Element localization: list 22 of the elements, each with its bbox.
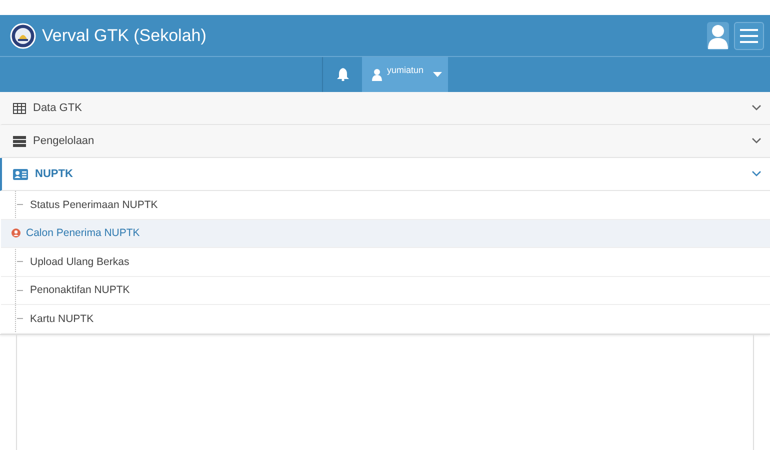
caret-icon	[432, 72, 442, 77]
table-icon	[13, 102, 26, 114]
menu-section[interactable]: NUPTK	[0, 158, 770, 191]
emblem-logo-icon	[10, 22, 36, 48]
submenu-item[interactable]: Penonaktifan NUPTK	[1, 276, 770, 305]
server-list-icon	[13, 136, 26, 146]
submenu-item[interactable]: Calon Penerima NUPTK	[1, 220, 770, 248]
submenu-item[interactable]: Kartu NUPTK	[1, 305, 770, 334]
chevron-down-icon	[752, 105, 761, 111]
person-circle-icon	[11, 228, 21, 238]
submenu-item[interactable]: Upload Ulang Berkas	[1, 248, 770, 276]
app-title: Verval GTK (Sekolah)	[42, 26, 206, 46]
person-icon	[372, 68, 382, 80]
menu-section[interactable]: Data GTK	[0, 92, 770, 125]
id-card-icon	[13, 168, 28, 180]
menu-section[interactable]: Pengelolaan	[0, 125, 770, 158]
menu-icon	[740, 28, 758, 42]
menu-button[interactable]	[734, 22, 764, 50]
bell-icon	[336, 68, 348, 81]
chevron-down-icon	[752, 171, 761, 177]
chevron-down-icon	[752, 138, 761, 144]
user-avatar-icon[interactable]	[707, 22, 729, 50]
